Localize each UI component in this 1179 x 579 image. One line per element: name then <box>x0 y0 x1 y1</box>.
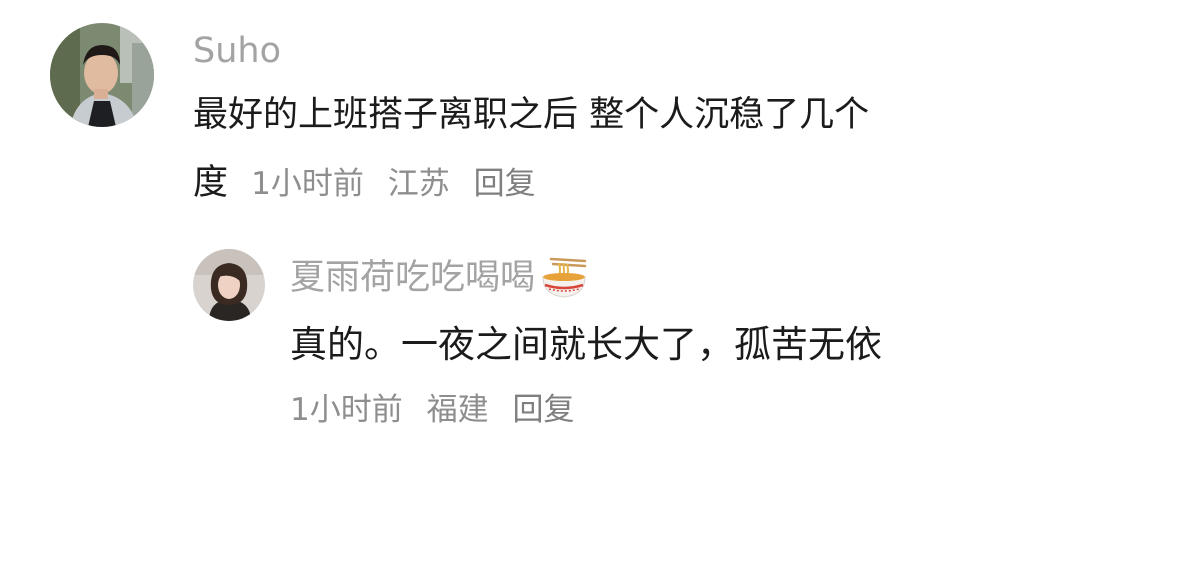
reply-username-row: 夏雨荷吃吃喝喝 <box>290 255 589 301</box>
reply-text: 真的。一夜之间就长大了，孤苦无依 <box>290 323 882 366</box>
comment-username[interactable]: Suho <box>193 34 281 69</box>
reply-username[interactable]: 夏雨荷吃吃喝喝 <box>290 260 535 296</box>
avatar-photo <box>193 249 265 321</box>
avatar-photo <box>50 23 154 127</box>
reply-time: 1小时前 <box>290 392 403 428</box>
comment-reply-button[interactable]: 回复 <box>474 166 536 202</box>
avatar-xiayuhe[interactable] <box>193 249 265 321</box>
noodle-bowl-icon <box>539 255 589 301</box>
comment-time: 1小时前 <box>251 166 364 202</box>
reply-reply-button[interactable]: 回复 <box>512 392 574 428</box>
comment-text-line2: 度 1小时前 江苏 回复 <box>193 166 550 201</box>
comment-text: 最好的上班搭子离职之后 整个人沉稳了几个 <box>193 95 870 135</box>
reply-location: 福建 <box>426 392 489 428</box>
comment-location: 江苏 <box>387 166 450 202</box>
avatar-suho[interactable] <box>50 23 154 127</box>
comment-text-tail: 度 <box>193 163 229 203</box>
reply-meta: 1小时前 福建 回复 <box>290 395 588 426</box>
comment-meta: 1小时前 江苏 回复 <box>251 166 549 202</box>
